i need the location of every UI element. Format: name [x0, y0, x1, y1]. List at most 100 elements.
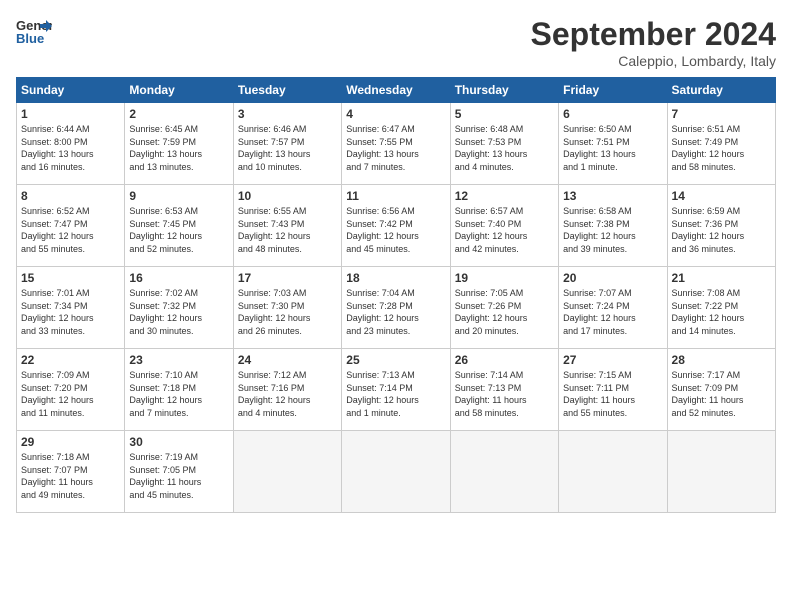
day-number: 17 — [238, 271, 337, 285]
calendar-table: SundayMondayTuesdayWednesdayThursdayFrid… — [16, 77, 776, 513]
day-cell: 7 Sunrise: 6:51 AM Sunset: 7:49 PM Daylig… — [667, 103, 775, 185]
day-cell: 8 Sunrise: 6:52 AM Sunset: 7:47 PM Daylig… — [17, 185, 125, 267]
page-header: General Blue September 2024 Caleppio, Lo… — [16, 16, 776, 69]
day-cell: 9 Sunrise: 6:53 AM Sunset: 7:45 PM Daylig… — [125, 185, 233, 267]
day-info: Sunrise: 7:04 AM Sunset: 7:28 PM Dayligh… — [346, 287, 445, 337]
day-info: Sunrise: 7:09 AM Sunset: 7:20 PM Dayligh… — [21, 369, 120, 419]
day-cell: 20 Sunrise: 7:07 AM Sunset: 7:24 PM Dayli… — [559, 267, 667, 349]
day-number: 8 — [21, 189, 120, 203]
week-row-5: 29 Sunrise: 7:18 AM Sunset: 7:07 PM Dayli… — [17, 431, 776, 513]
day-number: 20 — [563, 271, 662, 285]
day-number: 18 — [346, 271, 445, 285]
header-row: SundayMondayTuesdayWednesdayThursdayFrid… — [17, 78, 776, 103]
day-cell — [559, 431, 667, 513]
day-info: Sunrise: 7:12 AM Sunset: 7:16 PM Dayligh… — [238, 369, 337, 419]
day-info: Sunrise: 7:15 AM Sunset: 7:11 PM Dayligh… — [563, 369, 662, 419]
day-info: Sunrise: 7:17 AM Sunset: 7:09 PM Dayligh… — [672, 369, 771, 419]
day-number: 13 — [563, 189, 662, 203]
day-number: 3 — [238, 107, 337, 121]
day-number: 10 — [238, 189, 337, 203]
day-number: 7 — [672, 107, 771, 121]
day-cell: 3 Sunrise: 6:46 AM Sunset: 7:57 PM Daylig… — [233, 103, 341, 185]
day-cell: 6 Sunrise: 6:50 AM Sunset: 7:51 PM Daylig… — [559, 103, 667, 185]
day-cell: 23 Sunrise: 7:10 AM Sunset: 7:18 PM Dayli… — [125, 349, 233, 431]
day-cell — [342, 431, 450, 513]
day-number: 28 — [672, 353, 771, 367]
day-cell: 28 Sunrise: 7:17 AM Sunset: 7:09 PM Dayli… — [667, 349, 775, 431]
header-friday: Friday — [559, 78, 667, 103]
svg-text:Blue: Blue — [16, 31, 44, 46]
header-saturday: Saturday — [667, 78, 775, 103]
day-number: 26 — [455, 353, 554, 367]
day-cell: 22 Sunrise: 7:09 AM Sunset: 7:20 PM Dayli… — [17, 349, 125, 431]
day-number: 29 — [21, 435, 120, 449]
header-tuesday: Tuesday — [233, 78, 341, 103]
day-info: Sunrise: 6:51 AM Sunset: 7:49 PM Dayligh… — [672, 123, 771, 173]
day-number: 22 — [21, 353, 120, 367]
day-cell: 29 Sunrise: 7:18 AM Sunset: 7:07 PM Dayli… — [17, 431, 125, 513]
day-info: Sunrise: 7:14 AM Sunset: 7:13 PM Dayligh… — [455, 369, 554, 419]
day-number: 23 — [129, 353, 228, 367]
day-cell: 2Sunrise: 6:45 AM Sunset: 7:59 PM Daylig… — [125, 103, 233, 185]
day-number: 15 — [21, 271, 120, 285]
day-cell: 24 Sunrise: 7:12 AM Sunset: 7:16 PM Dayli… — [233, 349, 341, 431]
day-cell — [233, 431, 341, 513]
day-cell: 25Sunrise: 7:13 AM Sunset: 7:14 PM Dayli… — [342, 349, 450, 431]
day-info: Sunrise: 6:45 AM Sunset: 7:59 PM Dayligh… — [129, 123, 228, 173]
day-cell: 16Sunrise: 7:02 AM Sunset: 7:32 PM Dayli… — [125, 267, 233, 349]
day-number: 19 — [455, 271, 554, 285]
day-cell: 10Sunrise: 6:55 AM Sunset: 7:43 PM Dayli… — [233, 185, 341, 267]
day-cell: 4Sunrise: 6:47 AM Sunset: 7:55 PM Daylig… — [342, 103, 450, 185]
day-number: 6 — [563, 107, 662, 121]
day-cell: 18 Sunrise: 7:04 AM Sunset: 7:28 PM Dayli… — [342, 267, 450, 349]
header-sunday: Sunday — [17, 78, 125, 103]
logo: General Blue — [16, 16, 52, 46]
day-number: 11 — [346, 189, 445, 203]
day-number: 16 — [129, 271, 228, 285]
day-info: Sunrise: 7:10 AM Sunset: 7:18 PM Dayligh… — [129, 369, 228, 419]
day-number: 14 — [672, 189, 771, 203]
day-cell — [667, 431, 775, 513]
day-info: Sunrise: 7:18 AM Sunset: 7:07 PM Dayligh… — [21, 451, 120, 501]
day-info: Sunrise: 6:59 AM Sunset: 7:36 PM Dayligh… — [672, 205, 771, 255]
day-info: Sunrise: 7:19 AM Sunset: 7:05 PM Dayligh… — [129, 451, 228, 501]
day-info: Sunrise: 6:44 AM Sunset: 8:00 PM Dayligh… — [21, 123, 120, 173]
week-row-4: 22 Sunrise: 7:09 AM Sunset: 7:20 PM Dayli… — [17, 349, 776, 431]
day-cell: 14 Sunrise: 6:59 AM Sunset: 7:36 PM Dayli… — [667, 185, 775, 267]
calendar-title: September 2024 — [531, 16, 776, 53]
day-cell: 17Sunrise: 7:03 AM Sunset: 7:30 PM Dayli… — [233, 267, 341, 349]
title-block: September 2024 Caleppio, Lombardy, Italy — [531, 16, 776, 69]
day-cell: 5 Sunrise: 6:48 AM Sunset: 7:53 PM Daylig… — [450, 103, 558, 185]
day-cell: 11Sunrise: 6:56 AM Sunset: 7:42 PM Dayli… — [342, 185, 450, 267]
day-number: 24 — [238, 353, 337, 367]
day-info: Sunrise: 6:46 AM Sunset: 7:57 PM Dayligh… — [238, 123, 337, 173]
day-number: 9 — [129, 189, 228, 203]
day-number: 27 — [563, 353, 662, 367]
day-cell: 13Sunrise: 6:58 AM Sunset: 7:38 PM Dayli… — [559, 185, 667, 267]
day-info: Sunrise: 6:57 AM Sunset: 7:40 PM Dayligh… — [455, 205, 554, 255]
day-number: 1 — [21, 107, 120, 121]
day-cell: 30Sunrise: 7:19 AM Sunset: 7:05 PM Dayli… — [125, 431, 233, 513]
week-row-2: 8 Sunrise: 6:52 AM Sunset: 7:47 PM Daylig… — [17, 185, 776, 267]
day-info: Sunrise: 7:05 AM Sunset: 7:26 PM Dayligh… — [455, 287, 554, 337]
day-number: 12 — [455, 189, 554, 203]
day-info: Sunrise: 6:50 AM Sunset: 7:51 PM Dayligh… — [563, 123, 662, 173]
day-info: Sunrise: 6:52 AM Sunset: 7:47 PM Dayligh… — [21, 205, 120, 255]
day-cell: 27 Sunrise: 7:15 AM Sunset: 7:11 PM Dayli… — [559, 349, 667, 431]
week-row-1: 1 Sunrise: 6:44 AM Sunset: 8:00 PM Daylig… — [17, 103, 776, 185]
day-number: 5 — [455, 107, 554, 121]
day-info: Sunrise: 7:13 AM Sunset: 7:14 PM Dayligh… — [346, 369, 445, 419]
day-info: Sunrise: 7:01 AM Sunset: 7:34 PM Dayligh… — [21, 287, 120, 337]
day-info: Sunrise: 7:08 AM Sunset: 7:22 PM Dayligh… — [672, 287, 771, 337]
day-number: 4 — [346, 107, 445, 121]
day-cell: 19 Sunrise: 7:05 AM Sunset: 7:26 PM Dayli… — [450, 267, 558, 349]
day-cell: 26 Sunrise: 7:14 AM Sunset: 7:13 PM Dayli… — [450, 349, 558, 431]
header-wednesday: Wednesday — [342, 78, 450, 103]
week-row-3: 15 Sunrise: 7:01 AM Sunset: 7:34 PM Dayli… — [17, 267, 776, 349]
day-info: Sunrise: 7:07 AM Sunset: 7:24 PM Dayligh… — [563, 287, 662, 337]
day-info: Sunrise: 6:48 AM Sunset: 7:53 PM Dayligh… — [455, 123, 554, 173]
day-info: Sunrise: 6:53 AM Sunset: 7:45 PM Dayligh… — [129, 205, 228, 255]
day-cell — [450, 431, 558, 513]
day-cell: 1 Sunrise: 6:44 AM Sunset: 8:00 PM Daylig… — [17, 103, 125, 185]
header-thursday: Thursday — [450, 78, 558, 103]
